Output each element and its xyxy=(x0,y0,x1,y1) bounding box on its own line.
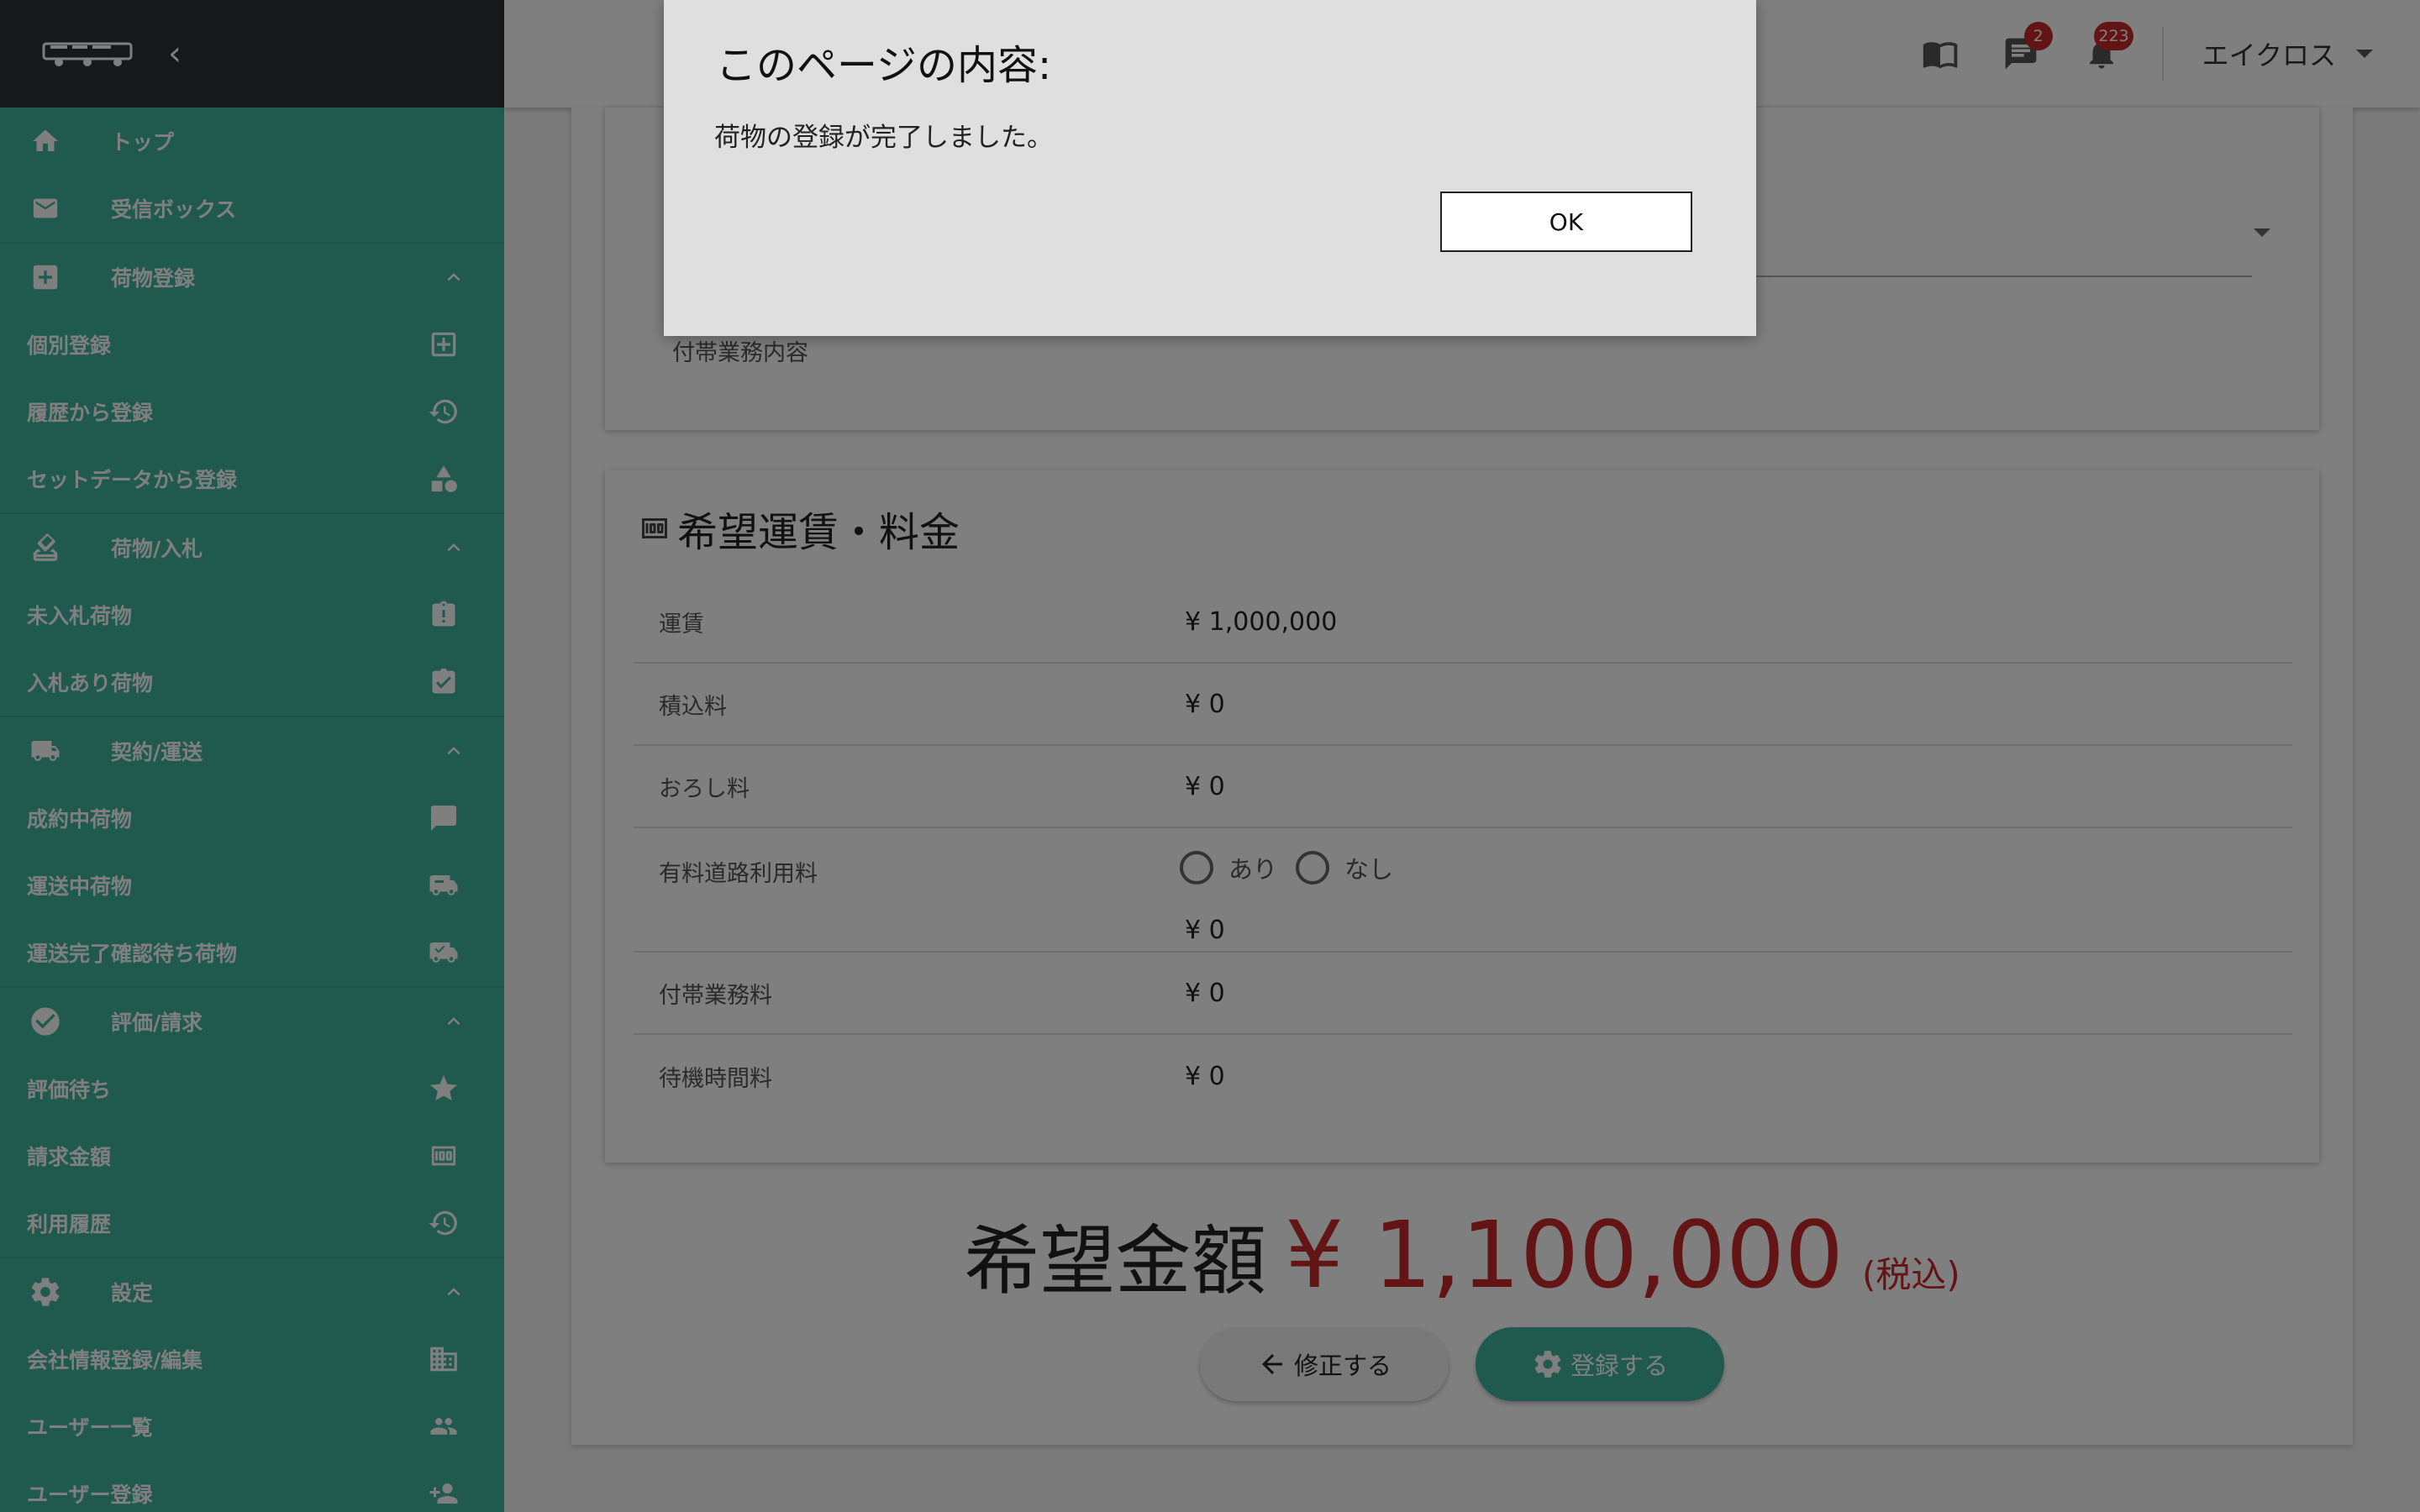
dialog-title: このページの内容: xyxy=(716,42,1052,89)
dialog-ok-button[interactable]: OK xyxy=(1440,192,1692,252)
dialog-message: 荷物の登録が完了しました。 xyxy=(714,123,1053,153)
alert-dialog: このページの内容: 荷物の登録が完了しました。 OK xyxy=(664,0,1756,336)
